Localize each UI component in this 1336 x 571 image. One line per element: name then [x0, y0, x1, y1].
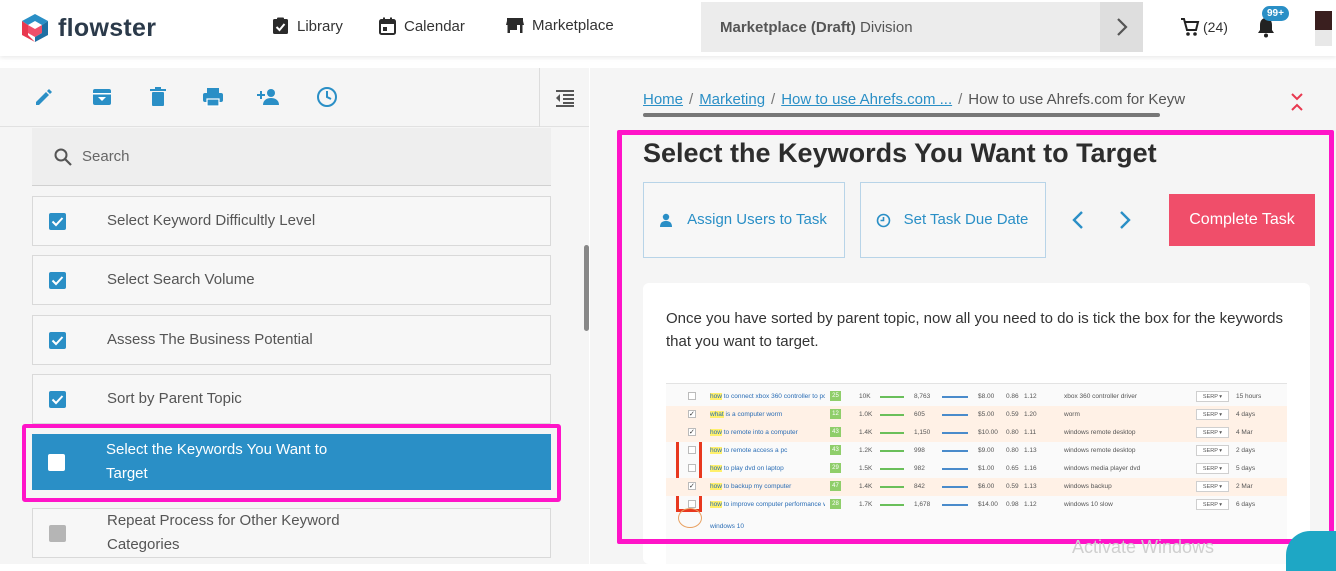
task-toolbar: [0, 68, 589, 127]
cart-count: (24): [1203, 19, 1228, 35]
nav-library-label: Library: [297, 17, 343, 35]
search-placeholder: Search: [82, 148, 130, 165]
check-icon: [51, 335, 64, 345]
task-checkbox-checked[interactable]: [49, 331, 66, 349]
print-icon[interactable]: [201, 85, 225, 109]
task-checkbox-checked[interactable]: [49, 390, 66, 408]
task-checkbox-disabled: [49, 524, 66, 542]
breadcrumb-home[interactable]: Home: [643, 91, 683, 108]
archive-icon[interactable]: [90, 85, 114, 109]
windows-watermark: Activate Windows: [1072, 537, 1215, 557]
task-label: Sort by Parent Topic: [107, 390, 242, 407]
task-item-search-volume[interactable]: Select Search Volume: [32, 255, 551, 305]
nav-calendar[interactable]: Calendar: [379, 17, 465, 35]
task-label: Select Keyword Difficultly Level: [107, 212, 316, 229]
calendar-icon: [379, 17, 396, 35]
cart-icon: [1181, 18, 1200, 36]
task-item-keyword-difficulty[interactable]: Select Keyword Difficultly Level: [32, 196, 551, 246]
flowster-logo[interactable]: flowster: [18, 11, 156, 45]
division-name: Marketplace (Draft): [720, 18, 856, 36]
task-item-parent-topic[interactable]: Sort by Parent Topic: [32, 374, 551, 424]
add-user-icon[interactable]: [256, 85, 280, 109]
trash-icon[interactable]: [146, 85, 170, 109]
breadcrumb-current: How to use Ahrefs.com for Keyw: [968, 91, 1186, 108]
nav-library[interactable]: Library: [272, 17, 343, 35]
task-label: Assess The Business Potential: [107, 331, 313, 348]
breadcrumb-scrollbar[interactable]: [643, 113, 1160, 117]
cart-button[interactable]: (24): [1180, 17, 1228, 37]
task-label: Repeat Process for Other Keyword Categor…: [107, 512, 340, 553]
division-suffix: Division: [855, 18, 913, 36]
task-focus-highlight: [617, 130, 1334, 544]
search-icon: [54, 148, 72, 166]
division-selector[interactable]: Marketplace (Draft) Division: [701, 2, 1143, 52]
active-task-highlight: [22, 424, 561, 502]
task-item-repeat-process[interactable]: Repeat Process for Other Keyword Categor…: [32, 508, 551, 558]
collapse-detail-button[interactable]: [1290, 92, 1304, 117]
collapse-menu-icon: [555, 89, 574, 107]
breadcrumb: Home / Marketing / How to use Ahrefs.com ...…: [643, 91, 1186, 108]
check-icon: [51, 394, 64, 404]
nav-calendar-label: Calendar: [404, 17, 465, 35]
task-search[interactable]: Search: [32, 128, 551, 186]
logo-text: flowster: [58, 13, 157, 42]
top-header: flowster Library Calendar Marketplace Ma…: [0, 0, 1336, 56]
notification-badge: 99+: [1262, 6, 1289, 21]
task-item-business-potential[interactable]: Assess The Business Potential: [32, 315, 551, 365]
chat-widget-button[interactable]: [1286, 531, 1336, 571]
collapse-chevrons-icon: [1291, 93, 1303, 111]
division-next-button[interactable]: [1100, 2, 1143, 52]
pencil-icon[interactable]: [32, 85, 56, 109]
library-check-icon: [273, 17, 288, 34]
task-list-scrollbar[interactable]: [584, 245, 589, 331]
collapse-panel-button[interactable]: [539, 68, 589, 127]
nav-marketplace[interactable]: Marketplace: [506, 17, 614, 34]
check-icon: [51, 275, 64, 285]
nav-marketplace-label: Marketplace: [532, 17, 614, 34]
store-icon: [506, 18, 524, 33]
avatar[interactable]: [1315, 11, 1332, 46]
division-label: Marketplace (Draft) Division: [701, 19, 913, 36]
breadcrumb-ahrefs[interactable]: How to use Ahrefs.com ...: [781, 91, 952, 108]
breadcrumb-marketing[interactable]: Marketing: [699, 91, 765, 108]
task-label: Select Search Volume: [107, 271, 255, 288]
flowster-logo-icon: [22, 14, 48, 42]
task-checkbox-checked[interactable]: [49, 271, 66, 289]
check-icon: [51, 216, 64, 226]
clock-icon[interactable]: [315, 85, 339, 109]
chevron-right-icon: [1116, 18, 1128, 36]
task-checkbox-checked[interactable]: [49, 212, 66, 230]
